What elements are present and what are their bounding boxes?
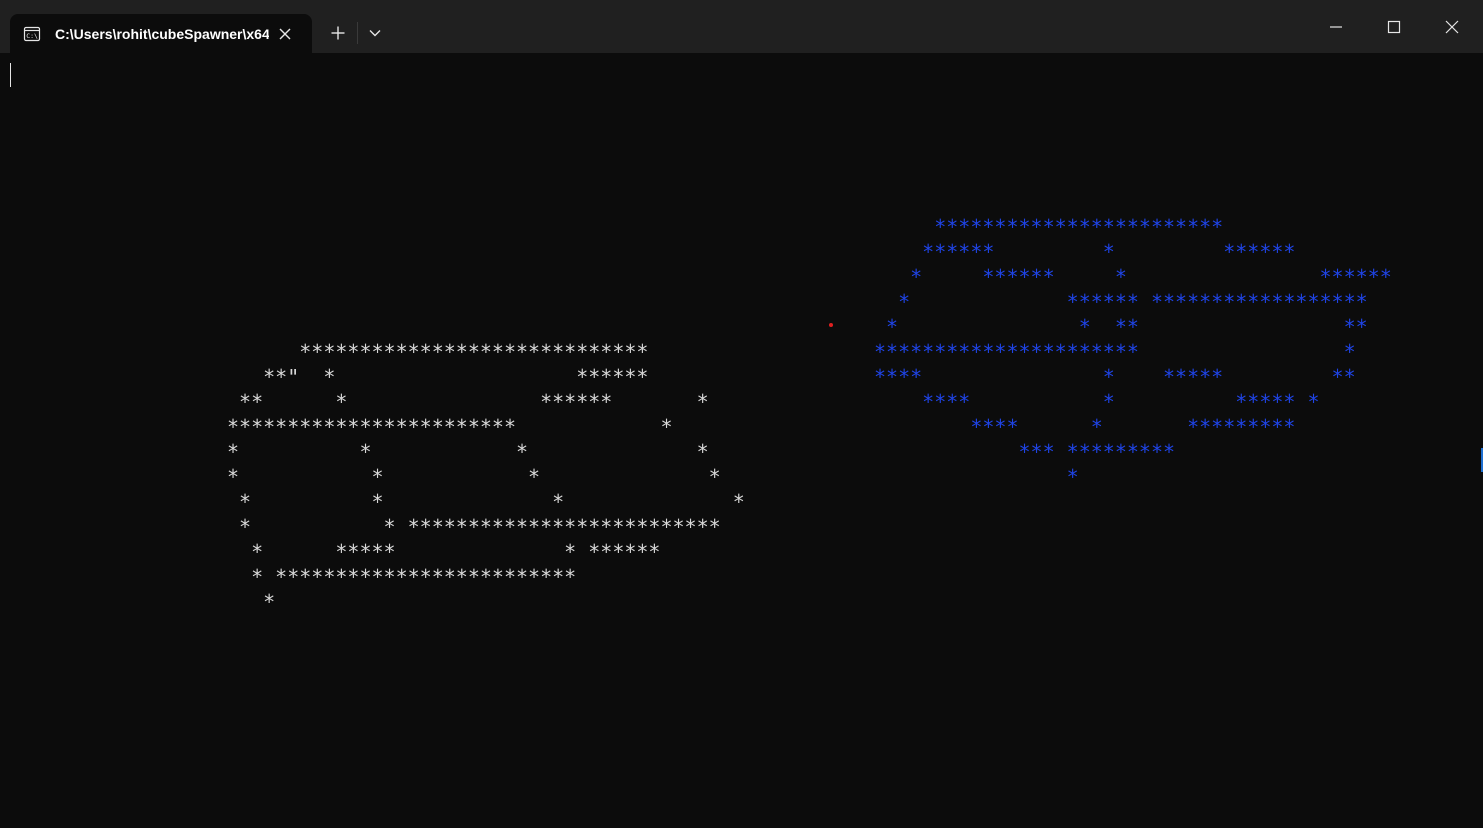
maximize-icon — [1387, 20, 1401, 33]
white-ascii-cube: ***************************** **" * ****… — [227, 340, 745, 614]
minimize-icon — [1330, 25, 1342, 28]
chevron-down-icon — [369, 30, 381, 37]
close-icon[interactable] — [276, 25, 294, 43]
new-tab-button[interactable] — [323, 19, 353, 47]
blue-ascii-cube: ************************ ****** * ******… — [874, 215, 1392, 489]
title-bar[interactable]: C:\ C:\Users\rohit\cubeSpawner\x64\Debug… — [0, 0, 1483, 53]
svg-text:C:\: C:\ — [26, 32, 38, 40]
text-cursor — [10, 63, 11, 87]
red-dot — [829, 323, 833, 327]
minimize-button[interactable] — [1307, 0, 1365, 53]
close-window-button[interactable] — [1423, 0, 1481, 53]
terminal-output[interactable]: ***************************** **" * ****… — [0, 53, 1483, 828]
plus-icon — [331, 26, 345, 40]
tab-title: C:\Users\rohit\cubeSpawner\x64\Debug\cub… — [55, 26, 269, 42]
terminal-icon: C:\ — [23, 25, 41, 43]
tab-separator — [357, 22, 358, 44]
maximize-button[interactable] — [1365, 0, 1423, 53]
tab-dropdown-button[interactable] — [362, 19, 388, 47]
terminal-window: C:\ C:\Users\rohit\cubeSpawner\x64\Debug… — [0, 0, 1483, 828]
close-icon — [1445, 20, 1459, 33]
tab-cubespawner[interactable]: C:\ C:\Users\rohit\cubeSpawner\x64\Debug… — [10, 14, 312, 53]
